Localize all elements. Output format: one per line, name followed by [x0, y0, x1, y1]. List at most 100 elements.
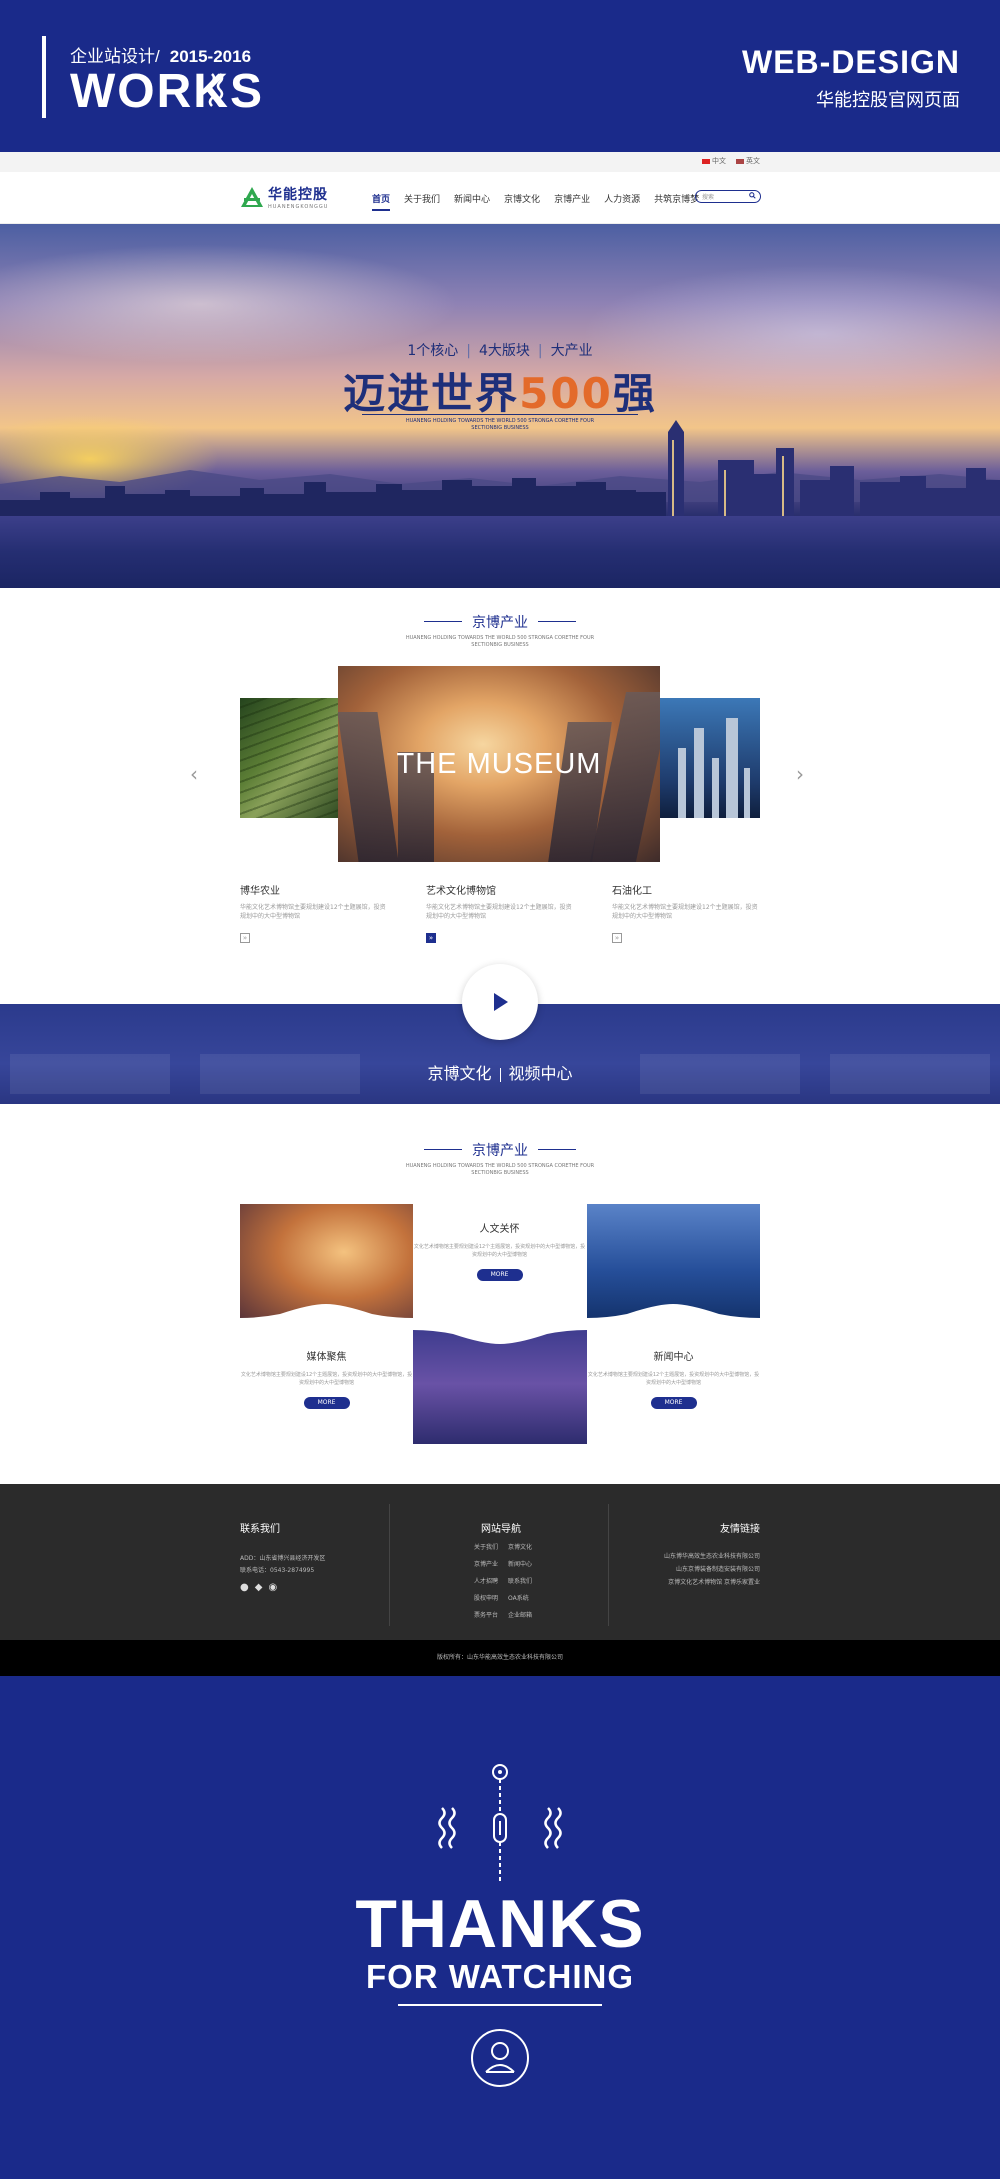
- grid-image-night[interactable]: [413, 1324, 587, 1444]
- headline-number: 500: [519, 369, 613, 418]
- search-placeholder: 搜索: [702, 194, 715, 201]
- lang-cn-label: 中文: [712, 157, 726, 165]
- card-desc: 华能文化艺术博物馆主要规划建设12个主题展馆，投资规划中的大中型博物馆: [240, 904, 386, 920]
- uk-flag-icon: [736, 158, 744, 164]
- logo-en-text: HUANENGKONGGU: [268, 204, 329, 210]
- wave-cut: [587, 1304, 760, 1324]
- hero-tag: 4大版块: [479, 343, 530, 359]
- grid-cell-title: 媒体聚焦: [306, 1352, 347, 1363]
- earphone-icon: [438, 1764, 562, 1882]
- web-design-title: WEB-DESIGN: [742, 44, 960, 80]
- carousel-slide-museum[interactable]: THE MUSEUM: [338, 666, 660, 862]
- video-title-right[interactable]: 视频中心: [509, 1064, 573, 1083]
- grid-image-harbor[interactable]: [587, 1204, 760, 1324]
- footer-title: 网站导航: [481, 1524, 521, 1535]
- wave-cut: [240, 1304, 413, 1324]
- wechat-icon[interactable]: ●: [240, 1582, 249, 1593]
- footer-link[interactable]: 京博产业: [474, 1559, 504, 1568]
- friend-link[interactable]: 京博文化艺术博物馆 京博乐家置业: [640, 1577, 760, 1586]
- logo-cn-text: 华能控股: [268, 187, 328, 203]
- industry-cards: 博华农业 华能文化艺术博物馆主要规划建设12个主题展馆，投资规划中的大中型博物馆…: [240, 882, 760, 943]
- grid-cell-desc: 文化艺术博物馆主要规划建设12个主题展馆，投资规划中的大中型博物馆，投资规划中的…: [240, 1372, 413, 1386]
- carousel-slide-agriculture[interactable]: [240, 698, 338, 818]
- thanks-underline: [398, 2004, 602, 2006]
- industry-card: 石油化工 华能文化艺术博物馆主要规划建设12个主题展馆，投资规划中的大中型博物馆…: [612, 882, 760, 943]
- search-icon[interactable]: [749, 192, 756, 199]
- search-input[interactable]: 搜索: [695, 190, 761, 203]
- footer-link[interactable]: 股权申明: [474, 1593, 504, 1602]
- footer-link[interactable]: 票务平台: [474, 1610, 504, 1619]
- footer-title: 联系我们: [240, 1524, 280, 1535]
- more-button[interactable]: MORE: [650, 1397, 697, 1409]
- portfolio-header: 企业站设计/2015-2016 WORKS WEB-DESIGN 华能控股官网页…: [0, 0, 1000, 152]
- lang-en[interactable]: 英文: [736, 156, 760, 166]
- section-title-text: 京博产业: [424, 612, 576, 632]
- card-desc: 华能文化艺术博物馆主要规划建设12个主题展馆，投资规划中的大中型博物馆: [612, 904, 758, 920]
- footer-link[interactable]: 关于我们: [474, 1542, 504, 1551]
- section-title: 京博产业 HUANENG HOLDING TOWARDS THE WORLD 5…: [0, 612, 1000, 649]
- china-flag-icon: [702, 158, 710, 164]
- nav-about[interactable]: 关于我们: [404, 192, 440, 211]
- friend-link[interactable]: 山东京博装备制造安装有限公司: [640, 1564, 760, 1573]
- nav-home[interactable]: 首页: [372, 192, 391, 211]
- card-more-button[interactable]: »: [612, 933, 622, 943]
- grid-cell-title: 新闻中心: [653, 1352, 694, 1363]
- carousel-next-icon[interactable]: ›: [796, 762, 804, 786]
- thanks-title: THANKS: [355, 1886, 645, 1962]
- card-more-button[interactable]: »: [426, 933, 436, 943]
- more-button[interactable]: MORE: [476, 1269, 523, 1281]
- card-title: 石油化工: [612, 886, 652, 897]
- header-bar: [42, 36, 46, 118]
- grid-cell-title: 人文关怀: [479, 1224, 520, 1235]
- card-title: 博华农业: [240, 886, 280, 897]
- footer-link[interactable]: 新闻中心: [508, 1559, 538, 1568]
- video-title-left: 京博文化: [427, 1064, 492, 1083]
- headline-text: 迈进世界: [343, 369, 520, 418]
- refinery-tower: [712, 758, 719, 818]
- hero-tag: 大产业: [550, 343, 593, 359]
- footer-phone: 联系电话：0543-2874995: [240, 1567, 315, 1574]
- nav-culture[interactable]: 京博文化: [504, 192, 540, 211]
- footer-title: 友情链接: [720, 1524, 760, 1535]
- refinery-tower: [744, 768, 750, 818]
- hero-headline: 迈进世界500强: [0, 360, 1000, 421]
- grid-image-city[interactable]: [240, 1204, 413, 1324]
- play-button[interactable]: [462, 964, 538, 1040]
- footer-nav: 网站导航 关于我们 京博文化 京博产业 新闻中心 人才招聘 联系我们 股权申明 …: [474, 1520, 532, 1619]
- qq-icon[interactable]: ◆: [255, 1582, 263, 1593]
- carousel-prev-icon[interactable]: ‹: [190, 762, 198, 786]
- logo-icon: [241, 187, 263, 207]
- weibo-icon[interactable]: ◉: [268, 1582, 277, 1593]
- carousel-slide-petrochemical[interactable]: [660, 698, 760, 818]
- nav-dream[interactable]: 共筑京博梦: [654, 192, 699, 211]
- footer-link[interactable]: 企业邮箱: [508, 1610, 538, 1619]
- nav-news[interactable]: 新闻中心: [454, 192, 490, 211]
- lang-en-label: 英文: [746, 157, 760, 165]
- lang-cn[interactable]: 中文: [702, 156, 726, 166]
- grid-cell-desc: 文化艺术博物馆主要规划建设12个主题展馆，投资规划中的大中型博物馆，投资规划中的…: [413, 1244, 586, 1258]
- copyright-bar: 版权所有：山东华能高效生态农业科技有限公司: [0, 1640, 1000, 1676]
- footer-link[interactable]: 京博文化: [508, 1542, 538, 1551]
- video-title: 京博文化 视频中心: [0, 1060, 1000, 1084]
- thanks-section: THANKS FOR WATCHING: [0, 1676, 1000, 2179]
- site-logo[interactable]: 华能控股 HUANENGKONGGU: [240, 184, 328, 210]
- footer-link[interactable]: OA系统: [508, 1593, 538, 1602]
- grid-cell: 人文关怀 文化艺术博物馆主要规划建设12个主题展馆，投资规划中的大中型博物馆，投…: [413, 1220, 586, 1281]
- hero-tag: 1个核心: [407, 343, 459, 359]
- grid-cell-desc: 文化艺术博物馆主要规划建设12个主题展馆，投资规划中的大中型博物馆，投资规划中的…: [587, 1372, 760, 1386]
- nav-industry[interactable]: 京博产业: [554, 192, 590, 211]
- footer-contact: 联系我们 ADD：山东省博兴县经济开发区 联系电话：0543-2874995 ●…: [240, 1520, 325, 1593]
- hero-banner: 1个核心 | 4大版块 | 大产业 迈进世界500强 HUANENG HOLDING T…: [0, 224, 1000, 588]
- section-title-text: 京博产业: [424, 1140, 576, 1160]
- card-more-button[interactable]: »: [240, 933, 250, 943]
- wave-cut: [413, 1324, 587, 1344]
- play-icon: [494, 993, 508, 1011]
- hero-skyline: [0, 420, 1000, 530]
- footer-link[interactable]: 联系我们: [508, 1576, 538, 1585]
- more-button[interactable]: MORE: [303, 1397, 350, 1409]
- footer-link[interactable]: 人才招聘: [474, 1576, 504, 1585]
- thanks-subtitle: FOR WATCHING: [365, 1958, 635, 1995]
- hero-water: [0, 516, 1000, 588]
- friend-link[interactable]: 山东博华高效生态农业科技有限公司: [640, 1551, 760, 1560]
- nav-hr[interactable]: 人力资源: [604, 192, 640, 211]
